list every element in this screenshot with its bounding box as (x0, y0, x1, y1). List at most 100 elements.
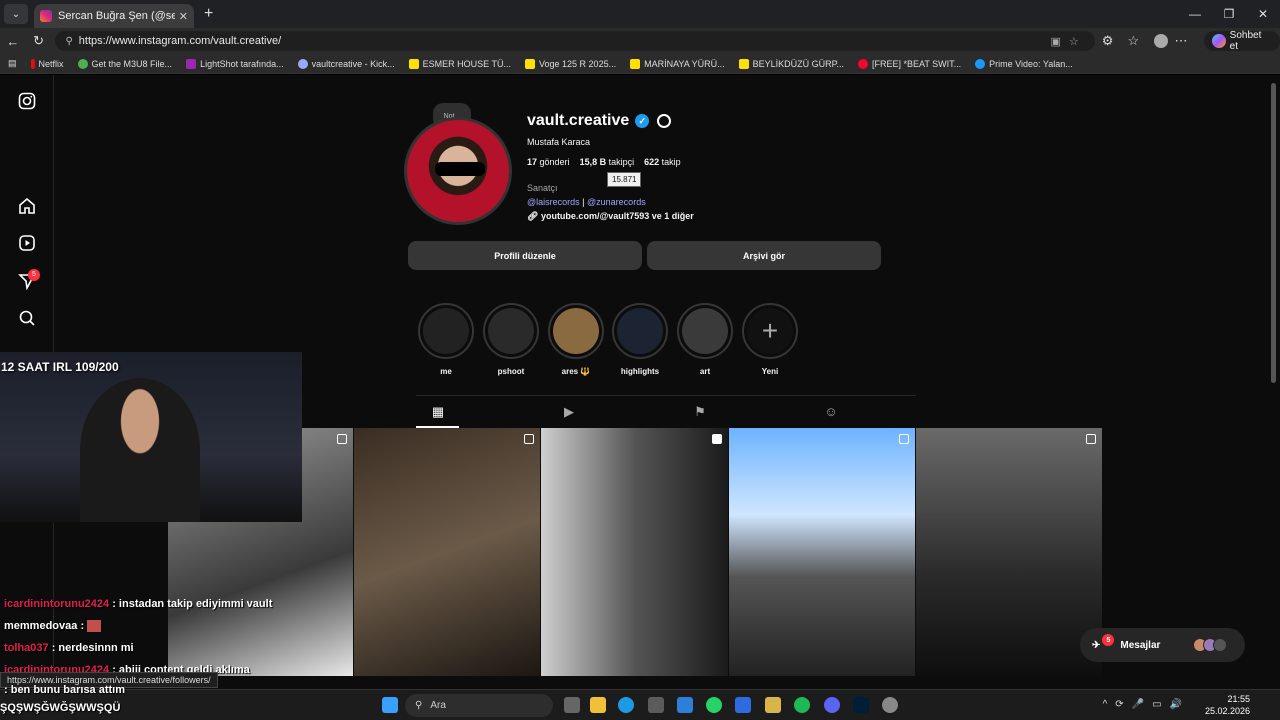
site-info-icon[interactable]: ⚲ (65, 36, 72, 47)
tab-list-button[interactable]: ⌄ (4, 4, 28, 24)
window-controls: — ❐ ✕ (1178, 0, 1280, 28)
store-icon[interactable] (648, 697, 664, 713)
mention-zunarecords[interactable]: @zunarecords (587, 197, 646, 207)
lightshot-icon (186, 58, 197, 69)
followers-stat[interactable]: 15,8 B takipçi (580, 157, 635, 167)
favorites-icon[interactable]: ☆ (1121, 33, 1147, 49)
chat-message: : ben bunu barısa attım (4, 684, 126, 696)
search-icon[interactable] (18, 309, 36, 327)
bookmarks-bar: ▤ Netflix Get the M3U8 File... LightShot… (0, 54, 1280, 74)
file-explorer-icon[interactable] (590, 697, 606, 713)
highlight-highlights[interactable]: highlights (612, 303, 668, 376)
bookmark-beylikduzu[interactable]: BEYLİKDÜZÜ GÜRP... (738, 58, 844, 69)
profile-avatar-image[interactable] (404, 117, 512, 225)
multi-photo-icon (524, 434, 534, 444)
highlight-cover (423, 308, 469, 354)
avatar (1213, 638, 1227, 652)
post-thumbnail[interactable] (541, 428, 728, 676)
following-stat[interactable]: 622 takip (644, 157, 681, 167)
profile-stats: 17 gönderi 15,8 B takipçi 622 takip (527, 157, 681, 167)
emote-icon (87, 620, 102, 633)
saved-tab-icon[interactable]: ⚑ (692, 404, 708, 420)
profile-link[interactable]: 🔗︎ youtube.com/@vault7593 ve 1 diğer (527, 211, 694, 222)
whatsapp-icon[interactable] (706, 697, 722, 713)
mention-separator: | (582, 197, 585, 207)
profile-category: Sanatçı (527, 183, 558, 193)
netflix-icon (30, 58, 35, 69)
settings-gear-icon[interactable] (657, 114, 672, 128)
more-menu-icon[interactable]: ⋯ (1168, 33, 1194, 49)
highlight-me[interactable]: me (418, 303, 474, 376)
app-icon[interactable] (735, 697, 751, 713)
messages-label: Mesajlar (1120, 639, 1161, 651)
messages-floating-button[interactable]: ✈︎ 5 Mesajlar (1080, 628, 1245, 662)
discord-icon[interactable] (824, 697, 840, 713)
s-icon (525, 58, 536, 69)
maximize-button[interactable]: ❐ (1212, 0, 1246, 28)
system-tray-icons[interactable]: ^⟳🎤▭🔊 (1103, 699, 1190, 710)
highlight-new[interactable]: + Yeni (742, 303, 798, 376)
windows-start-icon[interactable] (382, 697, 398, 713)
chat-message: icardinintorunu2424 : instadan takip edi… (4, 598, 273, 610)
app-icon[interactable] (765, 697, 781, 713)
back-button[interactable]: ← (0, 34, 26, 49)
address-bar-row: ← ↻ ⚲ https://www.instagram.com/vault.cr… (0, 28, 1280, 54)
new-tab-button[interactable]: + (204, 5, 213, 23)
profile-tabs: ▦ ▶ ⚑ ☺ (416, 395, 916, 428)
messages-count-badge: 5 (1102, 634, 1115, 646)
browser-tab-bar: ⌄ Sercan Buğra Şen (@sercanzurna6 ✕ + — … (0, 0, 1280, 28)
send-icon: ✈︎ (1092, 639, 1101, 651)
bookmark-marina[interactable]: MARİNAYA YÜRÜ... (630, 58, 725, 69)
bookmark-kick[interactable]: vaultcreative - Kick... (297, 58, 395, 69)
mention-laisrecords[interactable]: @laisrecords (527, 197, 580, 207)
bookmarks-menu-icon[interactable]: ▤ (8, 58, 17, 69)
bookmark-netflix[interactable]: Netflix (30, 58, 64, 69)
post-thumbnail[interactable] (729, 428, 915, 676)
bookmark-esmer-house[interactable]: ESMER HOUSE TÜ... (408, 58, 511, 69)
reels-tab-icon[interactable]: ▶ (561, 404, 577, 420)
multi-photo-icon (1086, 434, 1096, 444)
address-actions-icons[interactable]: ▣☆ (1051, 35, 1087, 48)
edge-icon[interactable] (618, 697, 634, 713)
close-tab-icon[interactable]: ✕ (179, 10, 188, 23)
taskbar-search[interactable]: ⚲ Ara (405, 694, 553, 717)
refresh-button[interactable]: ↻ (26, 33, 52, 49)
browser-tab[interactable]: Sercan Buğra Şen (@sercanzurna6 ✕ (34, 4, 194, 28)
url-field[interactable]: ⚲ https://www.instagram.com/vault.creati… (55, 31, 1095, 51)
highlight-ares[interactable]: ares 🔱 (548, 303, 604, 376)
highlight-art[interactable]: art (677, 303, 733, 376)
mail-icon[interactable] (677, 697, 693, 713)
app-icon[interactable] (882, 697, 898, 713)
minimize-button[interactable]: — (1178, 0, 1212, 28)
copilot-button[interactable]: Sohbet et (1203, 30, 1280, 52)
photoshop-icon[interactable] (853, 697, 869, 713)
posts-grid-tab-icon[interactable]: ▦ (430, 404, 446, 420)
bookmark-lightshot[interactable]: LightShot tarafında... (186, 58, 284, 69)
tagged-tab-icon[interactable]: ☺ (823, 404, 839, 420)
youtube-icon (857, 58, 868, 69)
bookmark-m3u8[interactable]: Get the M3U8 File... (77, 58, 172, 69)
bookmark-prime[interactable]: Prime Video: Yalan... (975, 58, 1073, 69)
spotify-icon[interactable] (794, 697, 810, 713)
extensions-icon[interactable]: ⚙ (1095, 33, 1121, 49)
profile-avatar[interactable] (1154, 34, 1169, 48)
edit-profile-button[interactable]: Profili düzenle (408, 241, 642, 270)
post-thumbnail[interactable] (916, 428, 1102, 676)
bookmark-voge[interactable]: Voge 125 R 2025... (525, 58, 616, 69)
instagram-favicon-icon (40, 10, 52, 22)
home-icon[interactable] (18, 197, 36, 215)
plus-icon: + (747, 308, 793, 354)
task-view-icon[interactable] (564, 697, 580, 713)
system-clock[interactable]: 21:55 25.02.2026 (1205, 693, 1250, 717)
reels-icon[interactable] (18, 234, 36, 252)
profile-username: vault.creative (527, 112, 630, 129)
close-window-button[interactable]: ✕ (1246, 0, 1280, 28)
windows-taskbar: ⚲ Ara ^⟳🎤▭🔊 21:55 25.02.2026 (0, 689, 1280, 720)
view-archive-button[interactable]: Arşivi gör (647, 241, 881, 270)
instagram-logo-icon[interactable] (18, 92, 36, 110)
highlight-pshoot[interactable]: pshoot (483, 303, 539, 376)
posts-stat: 17 gönderi (527, 157, 570, 167)
page-scrollbar[interactable] (1271, 83, 1276, 383)
bookmark-beat[interactable]: [FREE] *BEAT SWIT... (857, 58, 961, 69)
post-thumbnail[interactable] (354, 428, 540, 676)
